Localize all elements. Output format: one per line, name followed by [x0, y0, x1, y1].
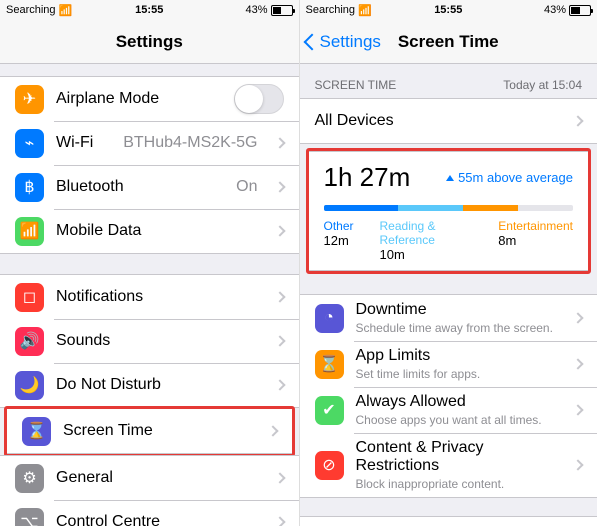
row-use-passcode[interactable]: Use Screen Time Passcode [300, 516, 597, 526]
sounds-icon: 🔊 [15, 327, 44, 356]
row-always-allowed[interactable]: ✔ Always Allowed Choose apps you want at… [300, 387, 597, 433]
clock: 15:55 [401, 4, 496, 16]
chevron-right-icon [572, 459, 583, 470]
back-button[interactable]: Settings [300, 32, 381, 52]
chevron-right-icon [274, 137, 285, 148]
hourglass-icon: ⌛ [315, 350, 344, 379]
airplane-icon: ✈ [15, 85, 44, 114]
downtime-icon: ◔ [315, 304, 344, 333]
section-header: SCREEN TIME Today at 15:04 [300, 64, 597, 98]
above-average-indicator: 55m above average [446, 170, 573, 185]
wifi-icon: ⌁ [15, 129, 44, 158]
row-airplane-mode[interactable]: ✈ Airplane Mode [0, 77, 299, 121]
page-title: Settings [0, 32, 299, 52]
wifi-icon: 📶 [59, 4, 73, 17]
chevron-right-icon [274, 472, 285, 483]
chevron-right-icon [572, 358, 583, 369]
updated-time: Today at 15:04 [503, 78, 582, 92]
chevron-right-icon [572, 115, 583, 126]
row-app-limits[interactable]: ⌛ App Limits Set time limits for apps. [300, 341, 597, 387]
row-all-devices[interactable]: All Devices [300, 99, 597, 143]
gear-icon: ⚙ [15, 464, 44, 493]
row-do-not-disturb[interactable]: 🌙 Do Not Disturb [0, 363, 299, 407]
group-notifications: ◻ Notifications 🔊 Sounds 🌙 Do Not Distur… [0, 274, 299, 408]
row-sounds[interactable]: 🔊 Sounds [0, 319, 299, 363]
total-time: 1h 27m [324, 162, 411, 192]
nav-bar: Settings Screen Time [300, 20, 597, 64]
chevron-right-icon [572, 312, 583, 323]
airplane-switch[interactable] [234, 84, 284, 114]
group-screentime-options: ◔ Downtime Schedule time away from the s… [300, 294, 597, 498]
usage-summary-card[interactable]: 1h 27m 55m above average Other 12m [309, 151, 589, 271]
row-wifi[interactable]: ⌁ Wi-Fi BTHub4-MS2K-5G [0, 121, 299, 165]
row-screen-time[interactable]: ⌛ Screen Time [7, 409, 292, 453]
notifications-icon: ◻ [15, 283, 44, 312]
chevron-right-icon [274, 335, 285, 346]
row-control-centre[interactable]: ⌥ Control Centre [0, 500, 299, 526]
hourglass-icon: ⌛ [22, 417, 51, 446]
row-downtime[interactable]: ◔ Downtime Schedule time away from the s… [300, 295, 597, 341]
moon-icon: 🌙 [15, 371, 44, 400]
screen-time-screen: Searching📶 15:55 43% Settings Screen Tim… [299, 0, 597, 526]
usage-bar [324, 205, 574, 211]
toggles-icon: ⌥ [15, 508, 44, 526]
status-bar: Searching📶 15:55 43% [300, 0, 597, 20]
up-arrow-icon [446, 175, 454, 181]
chevron-right-icon [274, 181, 285, 192]
battery-pct: 43% [245, 4, 267, 16]
settings-screen: Searching📶 15:55 43% Settings ✈ Airplane… [0, 0, 299, 526]
restrict-icon: ⊘ [315, 451, 344, 480]
row-general[interactable]: ⚙ General [0, 456, 299, 500]
row-content-privacy[interactable]: ⊘ Content & Privacy Restrictions Block i… [300, 433, 597, 497]
bluetooth-icon: ฿ [15, 173, 44, 202]
chevron-right-icon [274, 225, 285, 236]
chevron-right-icon [274, 516, 285, 526]
check-icon: ✔ [315, 396, 344, 425]
status-bar: Searching📶 15:55 43% [0, 0, 299, 20]
chevron-right-icon [274, 291, 285, 302]
cellular-icon: 📶 [15, 217, 44, 246]
clock: 15:55 [102, 4, 198, 16]
carrier-text: Searching [6, 4, 56, 16]
battery-icon [569, 5, 591, 16]
wifi-detail: BTHub4-MS2K-5G [123, 134, 257, 152]
row-mobile-data[interactable]: 📶 Mobile Data [0, 209, 299, 253]
chevron-left-icon [303, 33, 320, 50]
chevron-right-icon [274, 379, 285, 390]
row-bluetooth[interactable]: ฿ Bluetooth On [0, 165, 299, 209]
chevron-right-icon [572, 404, 583, 415]
chevron-right-icon [267, 425, 278, 436]
group-connectivity: ✈ Airplane Mode ⌁ Wi-Fi BTHub4-MS2K-5G ฿… [0, 76, 299, 254]
highlight-screen-time: ⌛ Screen Time [4, 406, 295, 457]
group-general: ⚙ General ⌥ Control Centre AA Display & … [0, 455, 299, 526]
nav-bar: Settings [0, 20, 299, 64]
wifi-icon: 📶 [358, 4, 372, 17]
battery-icon [271, 5, 293, 16]
usage-categories: Other 12m Reading & Reference 10m Entert… [324, 219, 574, 262]
highlight-usage-card: 1h 27m 55m above average Other 12m [306, 148, 592, 274]
row-notifications[interactable]: ◻ Notifications [0, 275, 299, 319]
